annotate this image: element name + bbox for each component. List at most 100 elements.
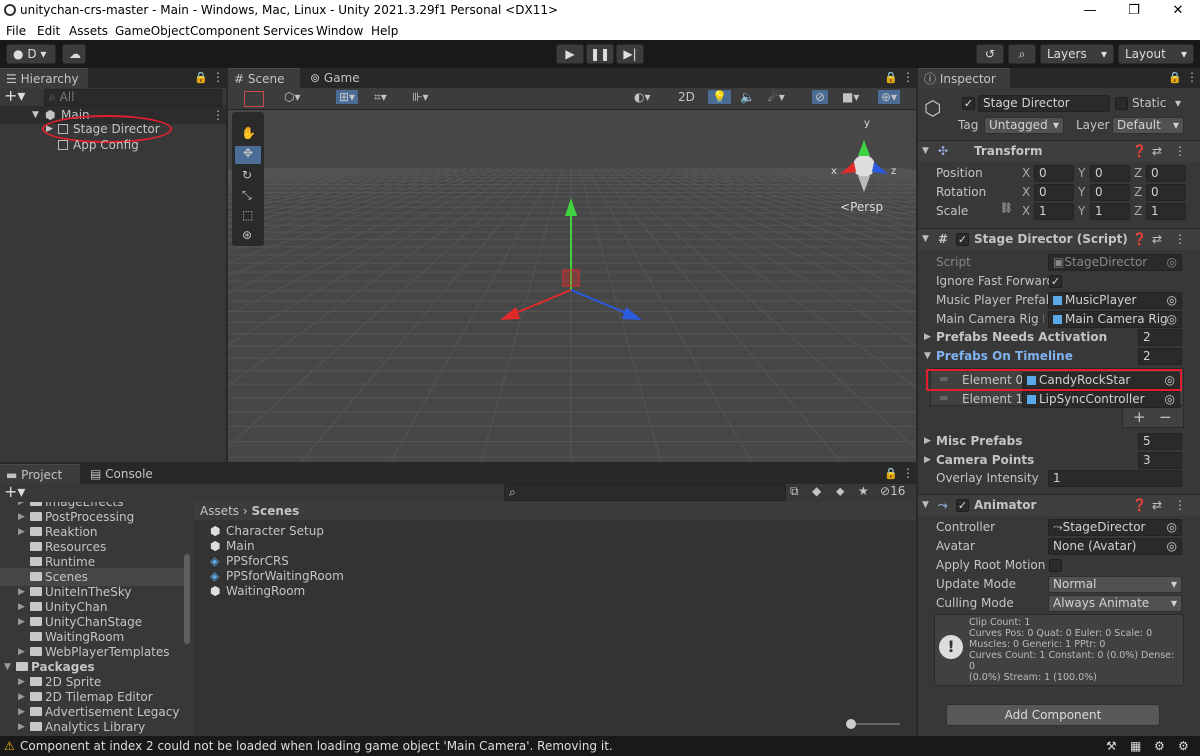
misc-prefabs-count[interactable]: 5 — [1138, 433, 1182, 450]
transform-y-axis-label[interactable]: Y — [1078, 183, 1085, 201]
add-element-button[interactable]: + — [1133, 408, 1146, 426]
pause-button[interactable]: ❚❚ — [586, 44, 614, 64]
tab-game[interactable]: ⊚ Game — [304, 68, 368, 88]
filter-type-icon[interactable]: ⧉ — [790, 484, 799, 499]
transform-z-axis-label[interactable]: Z — [1134, 183, 1142, 201]
projection-toggle[interactable]: <Persp — [840, 200, 883, 214]
more-icon[interactable]: ⋮ — [902, 70, 914, 84]
increment-snap-icon[interactable]: ⊪▾ — [412, 90, 428, 104]
culling-mode-dropdown[interactable]: Always Animate ▾ — [1048, 595, 1182, 612]
baking-icon[interactable]: ⚙ — [1154, 736, 1165, 756]
zoom-slider[interactable] — [846, 719, 900, 729]
preset-icon[interactable]: ⇄ — [1152, 229, 1162, 250]
snap-grid-icon[interactable]: ⊞▾ — [336, 90, 359, 104]
favorite-icon[interactable]: ★ — [858, 484, 869, 498]
transform-x-field[interactable]: 1 — [1034, 203, 1074, 220]
menu-help[interactable]: Help — [371, 24, 398, 38]
add-component-button[interactable]: Add Component — [946, 704, 1160, 726]
hierarchy-search-input[interactable]: ⌕ All — [44, 89, 222, 106]
tab-hierarchy[interactable]: ☰ Hierarchy — [0, 68, 88, 88]
status-message[interactable]: Component at index 2 could not be loaded… — [20, 736, 613, 756]
grid-snap-icon[interactable]: ⌗▾ — [374, 90, 387, 105]
transform-y-field[interactable]: 0 — [1090, 165, 1130, 182]
expand-arrow-icon[interactable]: ▶ — [924, 455, 931, 465]
move-tool-icon[interactable]: ✥ — [235, 146, 261, 164]
rotate-tool-icon[interactable]: ↻ — [242, 168, 252, 182]
help-icon[interactable]: ❓ — [1132, 495, 1147, 516]
object-picker-icon[interactable]: ◎ — [1165, 392, 1175, 407]
menu-gameobject[interactable]: GameObject — [115, 24, 190, 38]
lock-icon[interactable]: 🔒 — [194, 71, 208, 84]
expand-arrow-icon[interactable]: ▶ — [924, 332, 931, 342]
more-icon[interactable]: ⋮ — [212, 70, 224, 84]
script-component-header[interactable]: ▼ # ✓ Stage Director (Script) ❓ ⇄ ⋮ — [918, 228, 1200, 250]
gizmos-icon[interactable]: ⊕▾ — [878, 90, 901, 104]
toggle-2d-button[interactable]: 2D — [674, 90, 699, 104]
play-button[interactable]: ▶ — [556, 44, 584, 64]
tag-dropdown[interactable]: Untagged ▾ — [984, 117, 1064, 134]
help-icon[interactable]: ❓ — [1132, 229, 1147, 250]
transform-z-axis-label[interactable]: Z — [1134, 202, 1142, 220]
visibility-icon[interactable]: ⊘ — [812, 90, 829, 104]
active-checkbox[interactable]: ✓ — [962, 97, 975, 110]
layers-dropdown[interactable]: Layers ▾ — [1040, 44, 1114, 64]
scene-viewport[interactable] — [228, 110, 916, 462]
chevron-down-icon[interactable]: ▾ — [1175, 96, 1181, 110]
update-mode-dropdown[interactable]: Normal ▾ — [1048, 576, 1182, 593]
hierarchy-item-app-config[interactable]: App Config — [0, 136, 226, 154]
transform-y-field[interactable]: 1 — [1090, 203, 1130, 220]
progress-icon[interactable]: ⚙ — [1178, 736, 1189, 756]
camera-rig-field[interactable]: Main Camera Rig ◎ — [1048, 311, 1182, 328]
controller-field[interactable]: ⤳StageDirector ◎ — [1048, 519, 1182, 536]
minimize-button[interactable]: — — [1068, 0, 1112, 22]
more-icon[interactable]: ⋮ — [1186, 70, 1198, 84]
transform-header[interactable]: ▼ ✣ Transform ❓ ⇄ ⋮ — [918, 140, 1200, 162]
transform-z-field[interactable]: 0 — [1146, 184, 1186, 201]
collapse-arrow-icon[interactable]: ▼ — [924, 351, 931, 361]
lock-icon[interactable]: 🔒 — [1168, 71, 1182, 84]
debug-icon[interactable]: ⚒ — [1106, 736, 1117, 756]
lock-icon[interactable]: 🔒 — [884, 467, 898, 480]
element-1-field[interactable]: LipSyncController ◎ — [1022, 391, 1180, 408]
layer-dropdown[interactable]: Default ▾ — [1112, 117, 1184, 134]
menu-services[interactable]: Services — [263, 24, 314, 38]
transform-y-field[interactable]: 0 — [1090, 184, 1130, 201]
transform-y-axis-label[interactable]: Y — [1078, 202, 1085, 220]
undo-history-button[interactable]: ↺ — [976, 44, 1004, 64]
apply-root-motion-checkbox[interactable] — [1049, 559, 1062, 572]
tab-console[interactable]: ▤ Console — [84, 464, 164, 484]
effects-icon[interactable]: ☄▾ — [768, 90, 785, 104]
transform-x-field[interactable]: 0 — [1034, 184, 1074, 201]
drag-handle-icon[interactable]: ═ — [940, 391, 947, 405]
layout-dropdown[interactable]: Layout ▾ — [1118, 44, 1194, 64]
transform-x-axis-label[interactable]: X — [1022, 164, 1030, 182]
add-button[interactable]: +▾ — [4, 88, 25, 104]
prefabs-on-timeline-count[interactable]: 2 — [1138, 348, 1182, 365]
preset-icon[interactable]: ⇄ — [1152, 141, 1162, 162]
object-picker-icon[interactable]: ◎ — [1167, 520, 1177, 535]
transform-y-axis-label[interactable]: Y — [1078, 164, 1085, 182]
cloud-button[interactable]: ☁ — [62, 44, 86, 64]
preset-icon[interactable]: ⇄ — [1152, 495, 1162, 516]
camera-points-count[interactable]: 3 — [1138, 452, 1182, 469]
project-search-input[interactable]: ⌕ — [504, 484, 786, 501]
tag-icon[interactable]: ⬥ — [836, 484, 844, 499]
gameobject-icon[interactable]: ⬡ — [924, 96, 941, 120]
object-picker-icon[interactable]: ◎ — [1167, 539, 1177, 554]
static-checkbox[interactable] — [1115, 97, 1128, 110]
account-dropdown[interactable]: ● D ▾ — [6, 44, 56, 64]
object-picker-icon[interactable]: ◎ — [1167, 312, 1177, 327]
more-icon[interactable]: ⋮ — [902, 466, 914, 480]
menu-edit[interactable]: Edit — [37, 24, 60, 38]
transform-x-axis-label[interactable]: X — [1022, 183, 1030, 201]
step-button[interactable]: ▶| — [616, 44, 644, 64]
breadcrumb-scenes[interactable]: Scenes — [252, 504, 300, 518]
hidden-packages-icon[interactable]: ⊘16 — [880, 484, 905, 498]
add-asset-button[interactable]: +▾ — [4, 484, 25, 500]
close-button[interactable]: ✕ — [1156, 0, 1200, 22]
component-enabled-checkbox[interactable]: ✓ — [956, 233, 969, 246]
animator-header[interactable]: ▼ ⤳ ✓ Animator ❓ ⇄ ⋮ — [918, 494, 1200, 516]
transform-z-field[interactable]: 1 — [1146, 203, 1186, 220]
lock-icon[interactable]: 🔒 — [884, 71, 898, 84]
maximize-button[interactable]: ❐ — [1112, 0, 1156, 22]
